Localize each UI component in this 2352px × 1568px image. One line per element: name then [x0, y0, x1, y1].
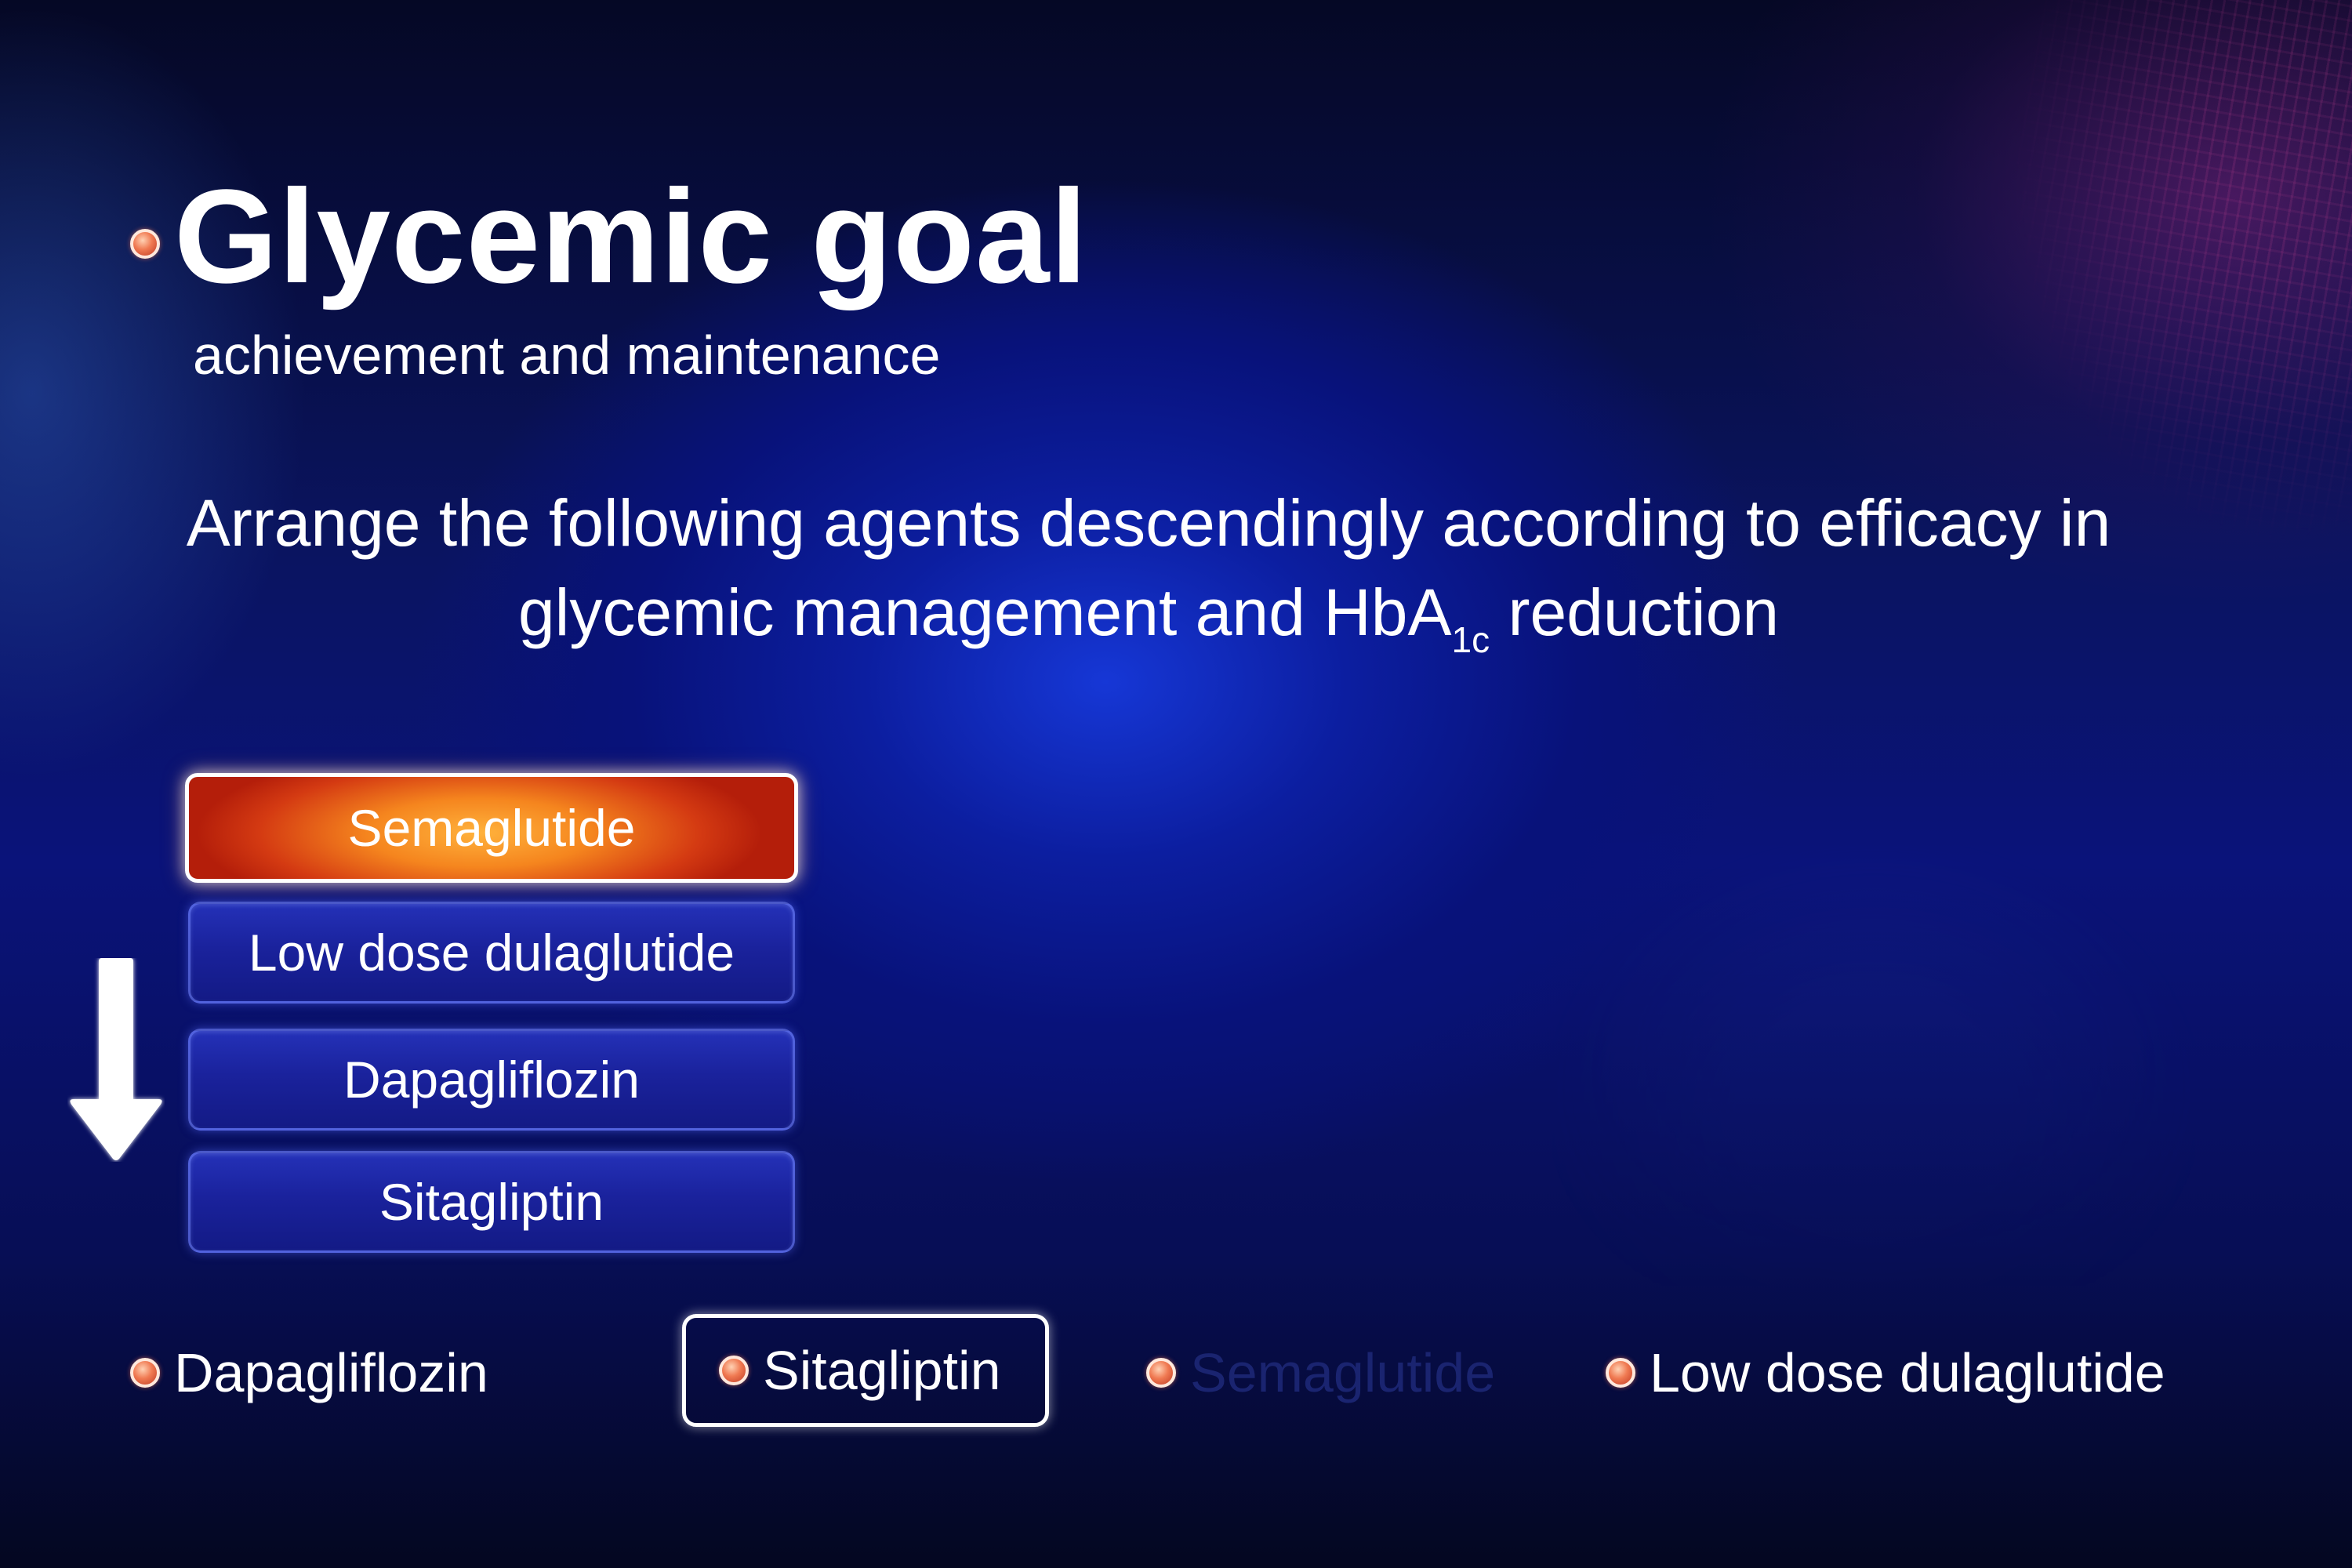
option-low-dose-dulaglutide[interactable]: Low dose dulaglutide — [1606, 1338, 2165, 1408]
ranking-slot-4[interactable]: Sitagliptin — [188, 1151, 795, 1253]
ranking-slot-2[interactable]: Low dose dulaglutide — [188, 902, 795, 1004]
title-bullet-icon — [130, 229, 160, 259]
slide-title: Glycemic goal — [174, 162, 1088, 311]
option-bullet-icon — [719, 1356, 749, 1385]
question-subscript: 1c — [1451, 619, 1490, 660]
option-label: Sitagliptin — [763, 1340, 1001, 1401]
ranking-slot-label: Sitagliptin — [379, 1173, 604, 1231]
slide-subtitle: achievement and maintenance — [193, 325, 941, 386]
option-sitagliptin[interactable]: Sitagliptin — [682, 1314, 1049, 1427]
option-semaglutide[interactable]: Semaglutide — [1146, 1338, 1495, 1408]
option-bullet-icon — [1606, 1358, 1635, 1388]
question-end: reduction — [1490, 575, 1780, 649]
ranking-slot-1[interactable]: Semaglutide — [185, 773, 798, 883]
option-bullet-icon — [1146, 1358, 1176, 1388]
option-label: Semaglutide — [1190, 1342, 1496, 1403]
option-dapagliflozin[interactable]: Dapagliflozin — [130, 1338, 488, 1408]
option-label: Dapagliflozin — [174, 1342, 488, 1403]
decorative-background-silhouette — [1552, 847, 2195, 1286]
option-label: Low dose dulaglutide — [1650, 1342, 2165, 1403]
ranking-slot-label: Semaglutide — [347, 799, 636, 857]
option-bullet-icon — [130, 1358, 160, 1388]
ranking-slot-3[interactable]: Dapagliflozin — [188, 1029, 795, 1131]
question-text: Arrange the following agents descendingl… — [157, 478, 2140, 684]
down-arrow-icon — [70, 958, 162, 1160]
question-main: Arrange the following agents descendingl… — [186, 486, 2111, 649]
decorative-mesh — [2007, 0, 2352, 549]
ranking-slot-label: Dapagliflozin — [343, 1051, 640, 1109]
ranking-slot-label: Low dose dulaglutide — [248, 924, 735, 982]
